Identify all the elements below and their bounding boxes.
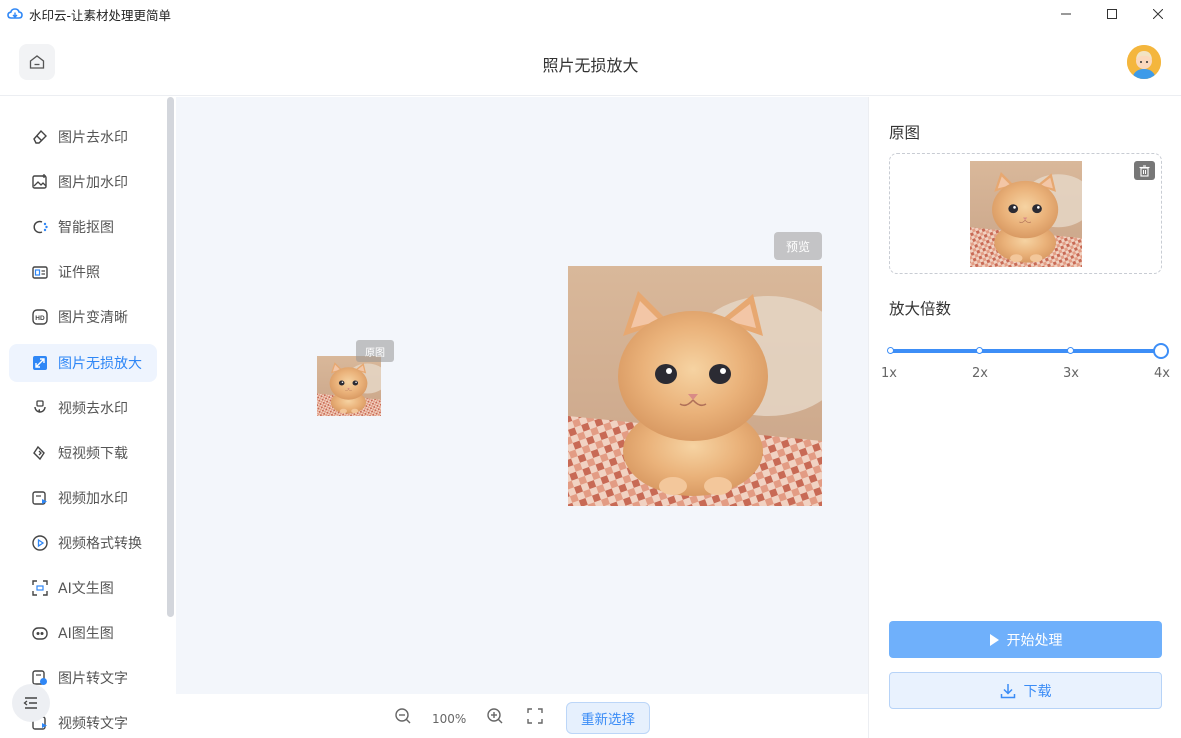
sidebar-item-label: 图片无损放大 (58, 356, 142, 372)
sidebar-item-video-remove-watermark[interactable]: 视频去水印 (9, 389, 157, 427)
sidebar-item-label: 短视频下载 (58, 446, 128, 462)
video-erase-icon (31, 399, 49, 417)
svg-text:HD: HD (35, 315, 45, 322)
scale-section-title: 放大倍数 (889, 300, 952, 318)
preview-tag: 预览 (774, 232, 822, 260)
zoom-out-icon (395, 708, 411, 724)
avatar[interactable] (1127, 45, 1161, 79)
scale-tick-4x: 4x (1154, 366, 1170, 381)
user-avatar-icon (1127, 45, 1161, 79)
sidebar-item-label: 视频去水印 (58, 401, 128, 417)
sidebar-item-label: 图片变清晰 (58, 310, 128, 326)
slider-handle[interactable] (1153, 343, 1169, 359)
original-image-preview (970, 161, 1082, 267)
sidebar-item-label: 图片转文字 (58, 671, 128, 687)
sidebar-item-video-format-convert[interactable]: 视频格式转换 (9, 524, 157, 562)
fullscreen-icon (527, 708, 543, 724)
zoom-level: 100% (432, 712, 467, 726)
page-title: 照片无损放大 (542, 56, 639, 75)
ai-text-image-icon (31, 579, 49, 597)
video-add-icon (31, 489, 49, 507)
window-title: 水印云-让素材处理更简单 (29, 7, 172, 23)
sidebar-item-image-add-watermark[interactable]: 图片加水印 (9, 163, 157, 201)
minimize-button[interactable] (1043, 0, 1089, 28)
eraser-icon (31, 128, 49, 146)
slider-stop-2x[interactable] (976, 347, 983, 354)
sidebar-scrollbar[interactable] (167, 97, 174, 617)
scale-slider[interactable] (887, 343, 1169, 359)
app-logo-icon (7, 8, 23, 19)
scale-tick-3x: 3x (1063, 366, 1079, 381)
enlarged-preview-image[interactable] (568, 266, 822, 506)
sidebar-item-image-remove-watermark[interactable]: 图片去水印 (9, 118, 157, 156)
zoom-in-icon (487, 708, 503, 724)
delete-image-button[interactable] (1134, 161, 1155, 180)
canvas-toolbar: 100% 重新选择 (176, 694, 868, 738)
sidebar-item-video-add-watermark[interactable]: 视频加水印 (9, 479, 157, 517)
menu-collapse-icon (23, 697, 37, 709)
sidebar-item-label: AI文生图 (58, 581, 114, 597)
sidebar-item-smart-cutout[interactable]: 智能抠图 (9, 208, 157, 246)
trash-icon (1139, 164, 1150, 177)
original-image-thumbnail[interactable] (317, 356, 381, 416)
slider-stop-1x[interactable] (887, 347, 894, 354)
reselect-button[interactable]: 重新选择 (566, 702, 650, 734)
enlarge-icon (31, 354, 49, 372)
zoom-in-button[interactable] (484, 705, 506, 727)
download-label: 下载 (1023, 683, 1052, 700)
ai-image-image-icon (31, 624, 49, 642)
cutout-icon (31, 218, 49, 236)
sidebar-item-label: AI图生图 (58, 626, 114, 642)
hd-icon: HD (31, 308, 49, 326)
close-icon (1153, 9, 1163, 19)
sidebar-item-label: 图片加水印 (58, 175, 128, 191)
original-section-title: 原图 (889, 124, 921, 142)
scale-tick-2x: 2x (972, 366, 988, 381)
sidebar-item-label: 智能抠图 (58, 220, 114, 236)
sidebar-item-label: 视频加水印 (58, 491, 128, 507)
sidebar-item-label: 视频格式转换 (58, 536, 142, 552)
image-add-icon (31, 173, 49, 191)
settings-panel: 原图 放大倍数 1x 2x 3x 4x 开始处理 下载 (868, 97, 1181, 738)
original-tag: 原图 (356, 340, 394, 362)
fit-screen-button[interactable] (524, 705, 546, 727)
sidebar-item-label: 证件照 (58, 265, 100, 281)
maximize-button[interactable] (1089, 0, 1135, 28)
sidebar-item-image-enlarge[interactable]: 图片无损放大 (9, 344, 157, 382)
sidebar-item-short-video-download[interactable]: 短视频下载 (9, 434, 157, 472)
sidebar-item-image-clarify[interactable]: HD 图片变清晰 (9, 298, 157, 336)
sidebar-item-ai-text-to-image[interactable]: AI文生图 (9, 569, 157, 607)
header: 照片无损放大 (0, 28, 1181, 96)
maximize-icon (1107, 9, 1117, 19)
sidebar-item-ai-image-to-image[interactable]: AI图生图 (9, 614, 157, 652)
close-button[interactable] (1135, 0, 1181, 28)
link-icon (31, 444, 49, 462)
minimize-icon (1061, 13, 1071, 15)
play-icon (989, 633, 999, 646)
original-image-box[interactable] (889, 153, 1162, 274)
id-card-icon (31, 263, 49, 281)
download-icon (1000, 683, 1016, 699)
scale-tick-1x: 1x (881, 366, 897, 381)
sidebar: 图片去水印 图片加水印 智能抠图 证件照 HD 图片变清晰 图片无损放大 视频去… (0, 97, 176, 738)
preview-canvas: 原图 预览 (176, 97, 868, 694)
start-processing-button[interactable]: 开始处理 (889, 621, 1162, 658)
start-processing-label: 开始处理 (1006, 632, 1063, 649)
zoom-out-button[interactable] (392, 705, 414, 727)
title-bar: 水印云-让素材处理更简单 (0, 0, 1181, 28)
download-button[interactable]: 下载 (889, 672, 1162, 709)
slider-stop-3x[interactable] (1067, 347, 1074, 354)
play-circle-icon (31, 534, 49, 552)
slider-track (889, 349, 1162, 353)
sidebar-item-label: 视频转文字 (58, 716, 128, 732)
sidebar-item-id-photo[interactable]: 证件照 (9, 253, 157, 291)
collapse-sidebar-button[interactable] (12, 684, 50, 722)
sidebar-item-label: 图片去水印 (58, 130, 128, 146)
